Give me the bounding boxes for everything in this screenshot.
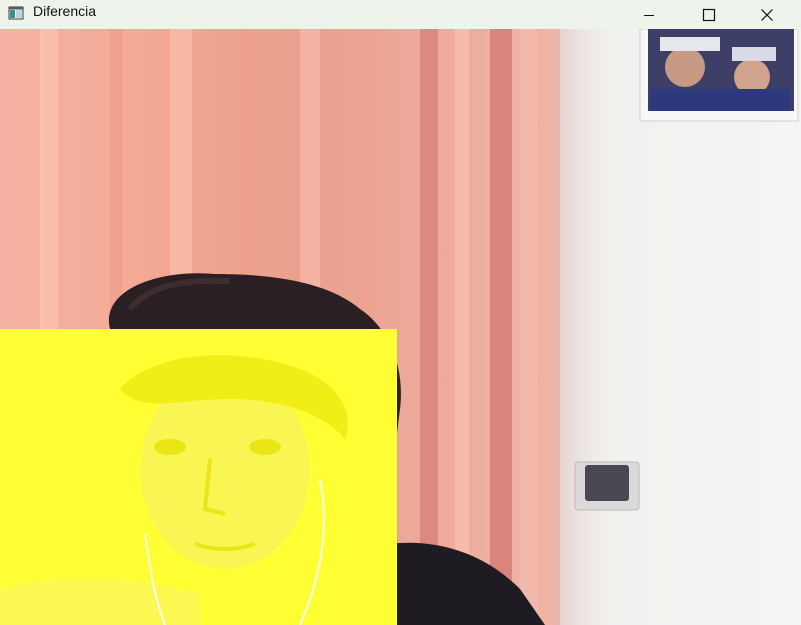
app-window: Diferencia [0, 0, 801, 625]
difference-overlay [0, 329, 397, 625]
minimize-button[interactable] [620, 0, 678, 29]
maximize-button[interactable] [680, 0, 738, 29]
wall-switch [574, 461, 640, 511]
close-button[interactable] [738, 0, 796, 29]
maximize-icon [702, 8, 716, 21]
wall-photo [639, 29, 799, 122]
window-title: Diferencia [33, 3, 97, 19]
difference-image [0, 329, 397, 625]
close-icon [761, 8, 773, 21]
title-bar[interactable]: Diferencia [0, 0, 801, 29]
app-window-icon [8, 6, 24, 20]
minimize-icon [644, 14, 654, 16]
